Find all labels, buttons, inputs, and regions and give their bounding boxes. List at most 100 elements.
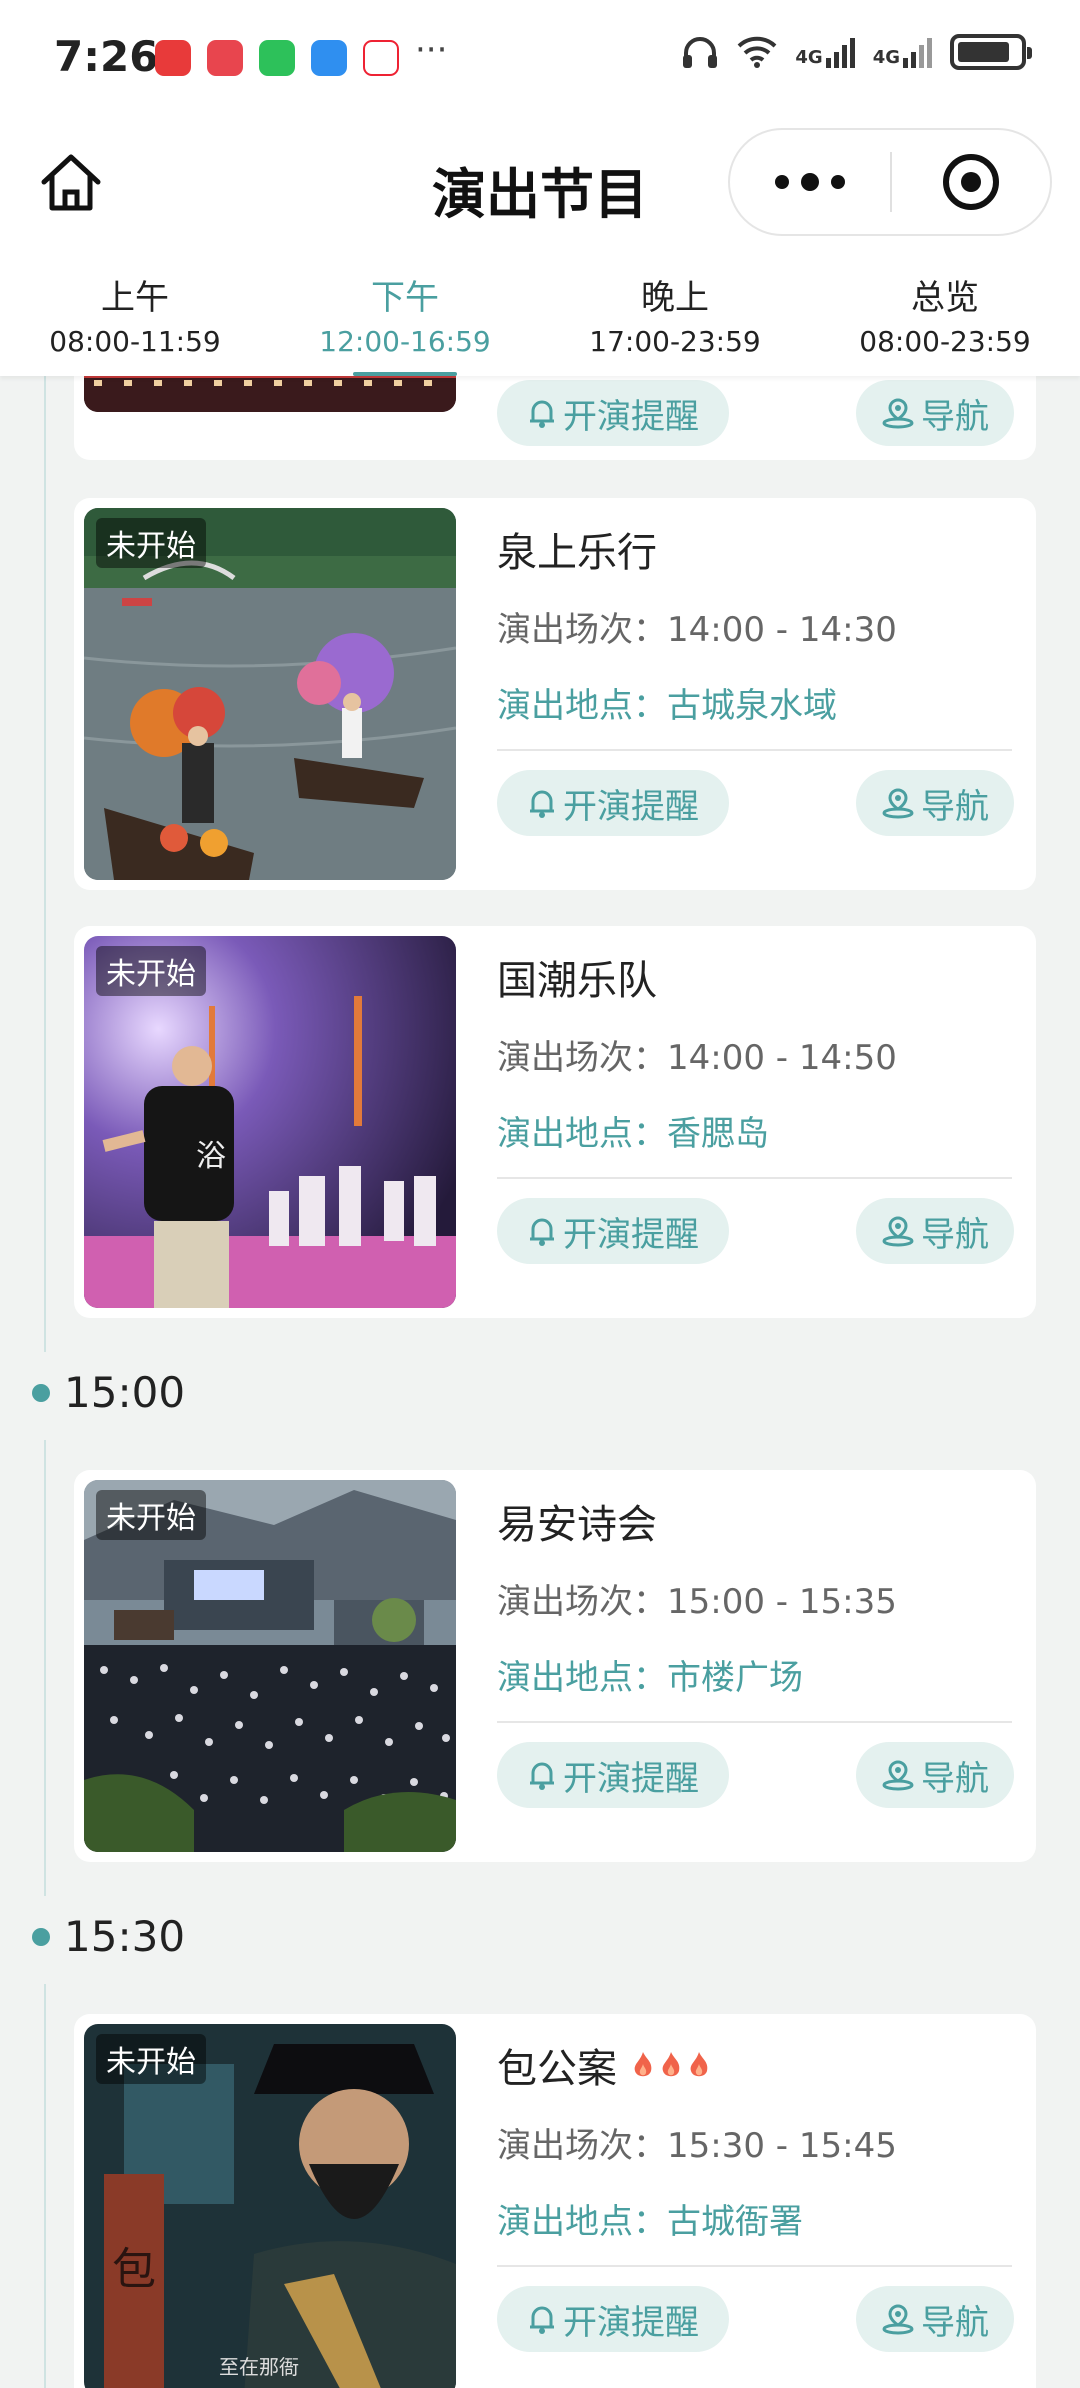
wechat-icon [259,40,295,76]
navigate-button[interactable]: 导航 [856,1198,1014,1264]
battery-icon [950,34,1032,70]
show-place: 演出地点：古城泉水域 [497,686,837,726]
status-badge: 未开始 [96,1490,206,1540]
tab-morning[interactable]: 上午 08:00-11:59 [0,250,270,376]
show-card[interactable]: 未开始 易安诗会 演出场次：15:00 - 15:35 演出地点：市楼广场 开演… [74,1470,1036,1862]
location-icon [882,1760,914,1791]
svg-text:至在那衙: 至在那衙 [219,2355,299,2379]
close-mini-program-button[interactable] [892,130,1050,234]
bell-icon [530,400,554,428]
bell-icon [530,790,554,818]
show-thumbnail: 未开始 [84,1480,456,1852]
hot-rating [631,2050,711,2080]
show-session: 演出场次：15:30 - 15:45 [497,2126,897,2166]
bell-icon [530,1762,554,1790]
home-button[interactable] [36,148,106,218]
timeline-line [44,376,46,1352]
more-menu-button[interactable] [730,130,890,234]
tab-time-range: 12:00-16:59 [319,325,491,358]
tab-label: 晚上 [641,278,709,318]
tab-time-range: 08:00-23:59 [859,325,1031,358]
show-card[interactable]: 包 至在那衙 未开始 包公案 演出场次：15:30 - 15:45 演出地点：古… [74,2014,1036,2388]
home-icon [41,154,101,211]
show-card[interactable]: 开演提醒 导航 [74,376,1036,460]
tab-label: 总览 [911,278,979,318]
show-list[interactable]: 开演提醒 导航 未开始 泉上乐行 演出场次：14:00 - 14:30 演出地点… [0,376,1080,2388]
tab-time-range: 17:00-23:59 [589,325,761,358]
status-badge: 未开始 [96,518,206,568]
remind-button[interactable]: 开演提醒 [497,2286,729,2352]
navigate-button[interactable]: 导航 [856,380,1014,446]
divider [497,2265,1012,2267]
flame-icon [662,2052,680,2077]
show-session: 演出场次：14:00 - 14:50 [497,1038,897,1078]
navigate-button[interactable]: 导航 [856,2286,1014,2352]
navigate-button[interactable]: 导航 [856,1742,1014,1808]
show-thumbnail: 浴 未开始 [84,936,456,1308]
remind-button[interactable]: 开演提醒 [497,1198,729,1264]
cloud-icon [311,40,347,76]
location-icon [882,788,914,819]
battery-level [958,42,1009,62]
navigate-button[interactable]: 导航 [856,770,1014,836]
signal-1: 4G [795,36,855,68]
tab-time-range: 08:00-11:59 [49,325,221,358]
divider [497,1721,1012,1723]
timeline-line [44,1984,46,2388]
remind-button[interactable]: 开演提醒 [497,1742,729,1808]
timeline-dot [32,1927,50,1946]
remind-button[interactable]: 开演提醒 [497,770,729,836]
flame-icon [690,2052,708,2077]
remind-button[interactable]: 开演提醒 [497,380,729,446]
show-thumbnail [84,376,456,412]
tab-label: 上午 [101,278,169,318]
timeline-line [44,1440,46,1896]
tab-afternoon[interactable]: 下午 12:00-16:59 [270,250,540,376]
dot [801,173,819,191]
timeline-dot [32,1383,50,1402]
tab-evening[interactable]: 晚上 17:00-23:59 [540,250,810,376]
tab-overview[interactable]: 总览 08:00-23:59 [810,250,1080,376]
red-app-icon [207,40,243,76]
location-icon [882,398,914,429]
show-title: 国潮乐队 [497,958,657,1004]
mini-program-capsule [728,128,1052,236]
show-card[interactable]: 未开始 泉上乐行 演出场次：14:00 - 14:30 演出地点：古城泉水域 开… [74,498,1036,890]
show-title: 包公案 [497,2036,711,2094]
tab-label: 下午 [371,278,439,318]
divider [497,749,1012,751]
more-notifications-icon: ··· [415,30,448,70]
svg-text:浴: 浴 [196,1139,226,1174]
target-close-icon [943,154,999,210]
location-icon [882,2304,914,2335]
dot [831,175,845,189]
time-section-header: 15:00 [32,1368,185,1417]
show-place: 演出地点：香腮岛 [497,1114,769,1154]
clock: 7:26 [54,32,159,81]
bell-icon [530,1218,554,1246]
time-section-header: 15:30 [32,1912,185,1961]
heart-app-icon [363,40,399,76]
show-place: 演出地点：市楼广场 [497,1658,803,1698]
show-title: 易安诗会 [497,1502,657,1548]
show-session: 演出场次：14:00 - 14:30 [497,610,897,650]
notification-icons [155,40,399,76]
show-session: 演出场次：15:00 - 15:35 [497,1582,897,1622]
bell-icon [530,2306,554,2334]
show-place: 演出地点：古城衙署 [497,2202,803,2242]
status-badge: 未开始 [96,946,206,996]
divider [497,1177,1012,1179]
huawei-appgallery-icon [155,40,191,76]
flame-icon [634,2052,652,2077]
nav-bar: 演出节目 [0,118,1080,250]
show-card[interactable]: 浴 未开始 国潮乐队 演出场次：14:00 - 14:50 演出地点：香腮岛 开… [74,926,1036,1318]
active-tab-indicator [353,372,457,376]
wifi-icon [737,36,777,68]
status-badge: 未开始 [96,2034,206,2084]
svg-text:包: 包 [112,2244,156,2295]
status-bar: 7:26 ··· 4G 4G [0,0,1080,118]
dot [775,175,789,189]
location-icon [882,1216,914,1247]
show-thumbnail: 包 至在那衙 未开始 [84,2024,456,2388]
period-tabs: 上午 08:00-11:59 下午 12:00-16:59 晚上 17:00-2… [0,250,1080,376]
